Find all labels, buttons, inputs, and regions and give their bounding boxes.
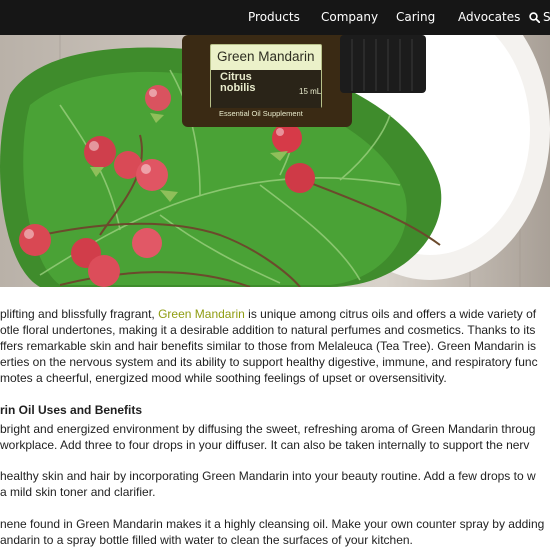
- search-icon: [529, 11, 540, 23]
- paragraph-1-text: plifting and blissfully fragrant,: [0, 307, 159, 321]
- paragraph-1-line-5: motes a cheerful, energized mood while s…: [0, 371, 447, 385]
- paragraph-2-line-1: bright and energized environment by diff…: [0, 422, 536, 436]
- paragraph-1-line-4: erties on the nervous system and its abi…: [0, 355, 538, 369]
- paragraph-4-line-1: nene found in Green Mandarin makes it a …: [0, 517, 545, 531]
- nav-search-button[interactable]: S: [529, 9, 550, 25]
- hero-image: Green Mandarin Citrus nobilis 15 mL Esse…: [0, 35, 550, 287]
- nav-item-company[interactable]: Company: [321, 10, 378, 24]
- paragraph-1-line-2: otle floral undertones, making it a desi…: [0, 323, 536, 337]
- bottle-subtitle: Essential Oil Supplement: [219, 109, 303, 118]
- paragraph-1-line-3: ffers remarkable skin and hair benefits …: [0, 339, 537, 353]
- bottle-label: Green Mandarin Citrus nobilis 15 mL: [210, 44, 322, 108]
- top-nav-bar: Products Company Caring Advocates S: [0, 0, 550, 35]
- paragraph-1-line-1: plifting and blissfully fragrant, Green …: [0, 306, 536, 322]
- paragraph-2-line-2: workplace. Add three to four drops in yo…: [0, 438, 530, 452]
- bottle-product-name: Green Mandarin: [217, 49, 315, 64]
- bottle-latin-name-2: nobilis: [220, 82, 256, 94]
- paragraph-3-line-1: healthy skin and hair by incorporating G…: [0, 469, 536, 483]
- search-label: S: [543, 10, 550, 24]
- green-mandarin-link[interactable]: Green Mandarin: [158, 307, 245, 321]
- nav-item-caring[interactable]: Caring: [396, 10, 435, 24]
- section-heading: rin Oil Uses and Benefits: [0, 403, 143, 417]
- paragraph-4-line-2: andarin to a spray bottle filled with wa…: [0, 533, 413, 547]
- paragraph-1-text-continued: is unique among citrus oils and offers a…: [244, 307, 537, 321]
- bottle-volume: 15 mL: [299, 87, 322, 96]
- nav-item-advocates[interactable]: Advocates: [458, 10, 520, 24]
- nav-item-products[interactable]: Products: [248, 10, 300, 24]
- paragraph-3-line-2: a mild skin toner and clarifier.: [0, 485, 156, 499]
